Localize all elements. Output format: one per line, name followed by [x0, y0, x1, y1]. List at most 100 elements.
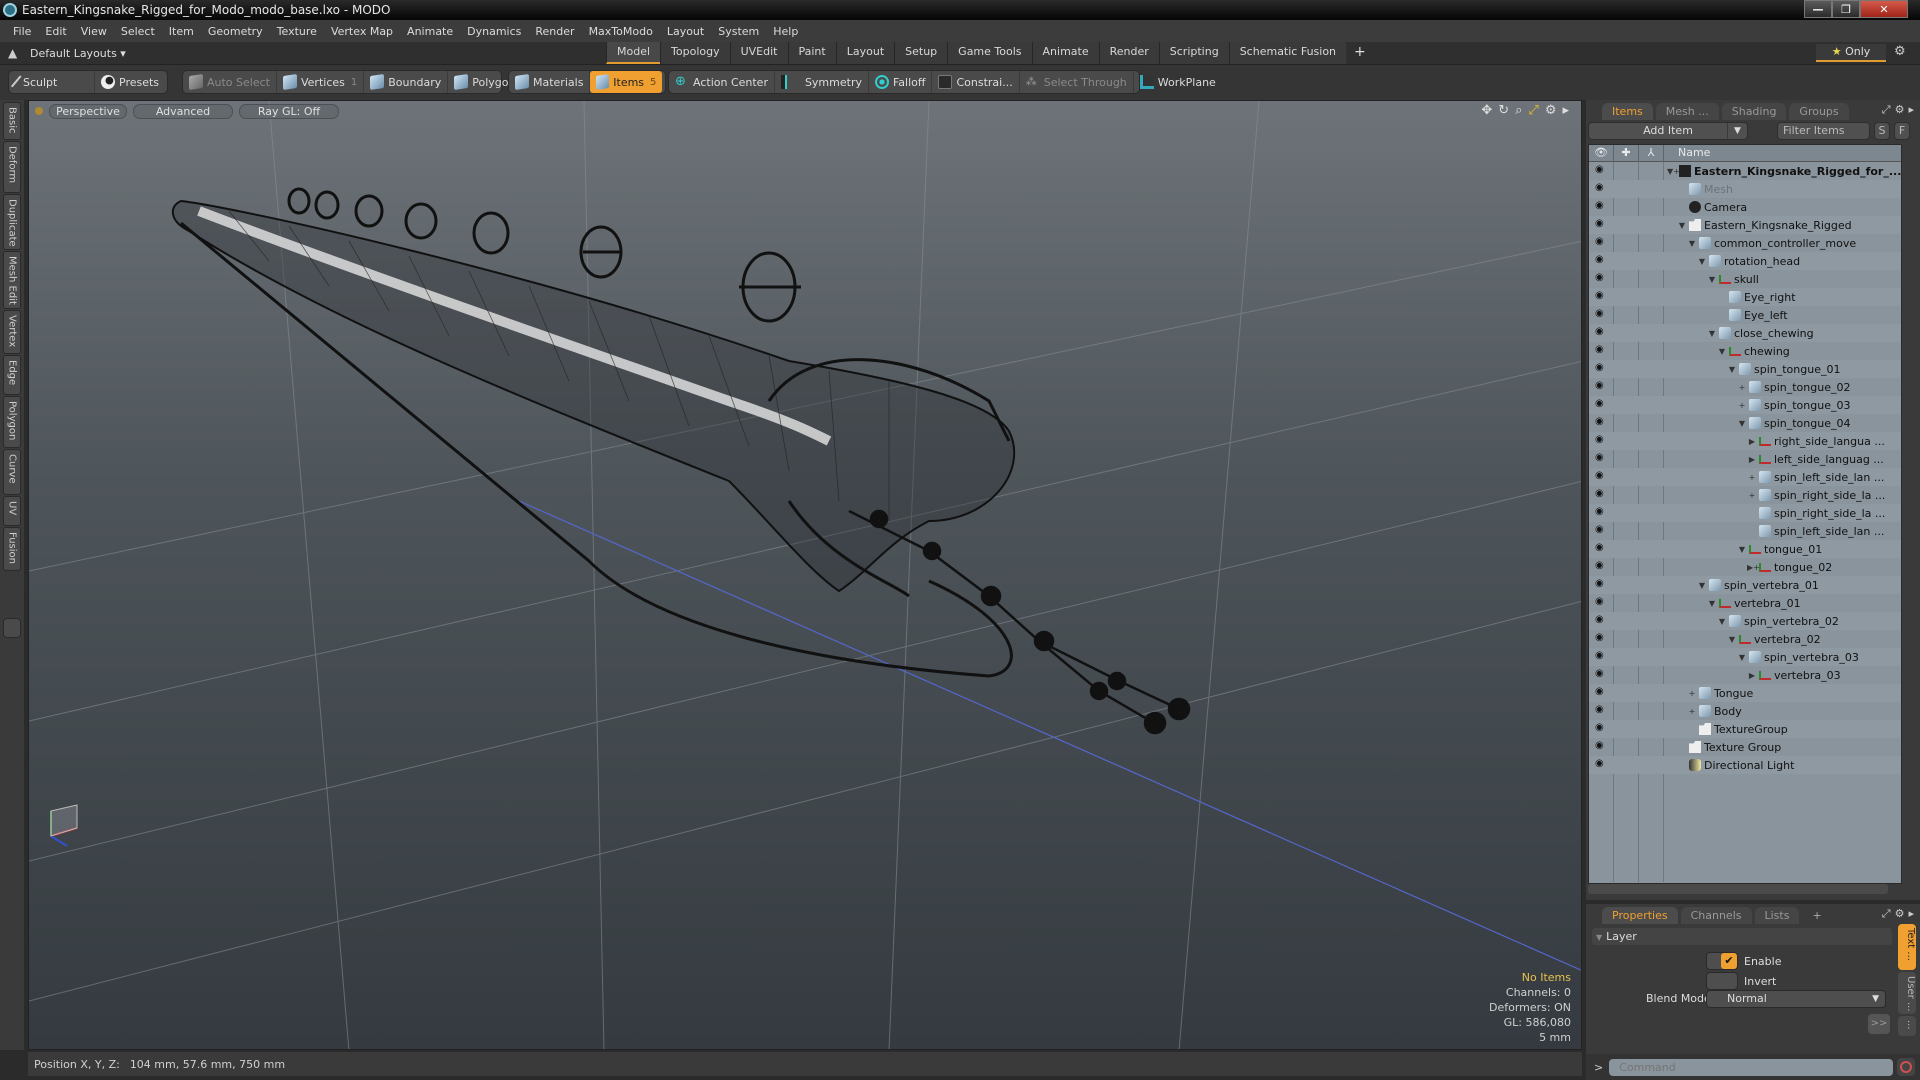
side-tab-uv[interactable]: UV	[3, 496, 21, 526]
visibility-eye-icon[interactable]: ◉	[1595, 165, 1608, 175]
visibility-eye-icon[interactable]: ◉	[1595, 507, 1608, 517]
tree-item[interactable]: ◉ ▼ spin_vertebra_03	[1589, 648, 1901, 666]
panel-arrow-icon[interactable]: ▸	[1908, 103, 1914, 117]
tree-item[interactable]: ◉ ▼ vertebra_01	[1589, 594, 1901, 612]
expand-icon[interactable]: ⤢	[1882, 103, 1891, 117]
menu-layout[interactable]: Layout	[660, 25, 711, 38]
visibility-eye-icon[interactable]: ◉	[1595, 417, 1608, 427]
visibility-eye-icon[interactable]: ◉	[1595, 651, 1608, 661]
menu-select[interactable]: Select	[114, 25, 162, 38]
visibility-eye-icon[interactable]: ◉	[1595, 327, 1608, 337]
visibility-eye-icon[interactable]: ◉	[1595, 363, 1608, 373]
expand-toggle-icon[interactable]: ▼	[1727, 365, 1737, 374]
record-button[interactable]	[1897, 1058, 1916, 1076]
command-input[interactable]	[1609, 1058, 1894, 1076]
mode-tab-animate[interactable]: Animate	[1031, 42, 1099, 64]
menu-geometry[interactable]: Geometry	[201, 25, 270, 38]
tree-item[interactable]: ◉ ▼ spin_vertebra_01	[1589, 576, 1901, 594]
visibility-eye-icon[interactable]: ◉	[1595, 345, 1608, 355]
expand-toggle-icon[interactable]: +	[1737, 401, 1747, 410]
tree-item[interactable]: ◉ Eye_right	[1589, 288, 1901, 306]
layout-up-icon[interactable]: ▲	[8, 46, 22, 60]
default-layouts-dropdown[interactable]: Default Layouts ▾	[30, 47, 126, 60]
enable-checkbox[interactable]: ✔	[1706, 952, 1738, 970]
panel-gear-icon[interactable]: ⚙	[1895, 103, 1905, 117]
expand-toggle-icon[interactable]: +	[1687, 707, 1697, 716]
tree-item[interactable]: ◉ ▼ close_chewing	[1589, 324, 1901, 342]
visibility-eye-icon[interactable]: ◉	[1595, 687, 1608, 697]
presets-button[interactable]: Presets	[95, 71, 165, 93]
select-through-button[interactable]: ⁂ Select Through	[1020, 71, 1134, 93]
visibility-eye-icon[interactable]: ◉	[1595, 471, 1608, 481]
add-tab-button[interactable]: +	[1346, 42, 1374, 64]
tree-item[interactable]: ◉ ▼ tongue_01	[1589, 540, 1901, 558]
prop-expand-icon[interactable]: ⤢	[1882, 907, 1891, 921]
tree-item[interactable]: ◉ ▼ common_controller_move	[1589, 234, 1901, 252]
side-tab-vertex[interactable]: Vertex	[3, 310, 21, 354]
menu-vertex-map[interactable]: Vertex Map	[324, 25, 400, 38]
view-mode-button[interactable]: Perspective	[49, 103, 127, 119]
items-tab-groups[interactable]: Groups	[1789, 103, 1849, 120]
action-center-button[interactable]: ⊕ Action Center	[669, 71, 775, 93]
mode-tab-uvedit[interactable]: UVEdit	[729, 42, 788, 64]
layer-section-header[interactable]: ▼ Layer	[1592, 928, 1892, 945]
sculpt-button[interactable]: Sculpt	[9, 71, 95, 93]
visibility-eye-icon[interactable]: ◉	[1595, 219, 1608, 229]
expand-toggle-icon[interactable]: ▼	[1707, 329, 1717, 338]
tree-item[interactable]: ◉ Directional Light	[1589, 756, 1901, 774]
3d-viewport[interactable]: Perspective Advanced Ray GL: Off ✥ ↻ ⌕ ⤢…	[28, 100, 1582, 1050]
visibility-column-icon[interactable]: 👁	[1589, 145, 1614, 162]
gear-icon[interactable]: ⚙	[1894, 44, 1906, 59]
items-tab-mesh[interactable]: Mesh ...	[1655, 103, 1719, 120]
tree-item[interactable]: ◉ ▼+ Eastern_Kingsnake_Rigged_for_...	[1589, 162, 1901, 180]
expand-toggle-icon[interactable]: ▶	[1747, 437, 1757, 446]
items-tab-shading[interactable]: Shading	[1721, 103, 1787, 120]
tree-item[interactable]: ◉ ▼ spin_vertebra_02	[1589, 612, 1901, 630]
type-column-icon[interactable]: ⅄	[1639, 145, 1664, 162]
menu-edit[interactable]: Edit	[38, 25, 73, 38]
expand-toggle-icon[interactable]: +	[1737, 383, 1747, 392]
visibility-eye-icon[interactable]: ◉	[1595, 525, 1608, 535]
name-column-header[interactable]: Name	[1664, 145, 1901, 162]
tree-item[interactable]: ◉ Mesh	[1589, 180, 1901, 198]
visibility-eye-icon[interactable]: ◉	[1595, 705, 1608, 715]
filter-items-input[interactable]: Filter Items	[1777, 122, 1870, 140]
tree-item[interactable]: ◉ ▶ vertebra_03	[1589, 666, 1901, 684]
visibility-eye-icon[interactable]: ◉	[1595, 633, 1608, 643]
visibility-eye-icon[interactable]: ◉	[1595, 669, 1608, 679]
visibility-eye-icon[interactable]: ◉	[1595, 255, 1608, 265]
text-side-tab[interactable]: Text ...	[1898, 924, 1916, 970]
expand-toggle-icon[interactable]: ▼	[1697, 581, 1707, 590]
visibility-eye-icon[interactable]: ◉	[1595, 597, 1608, 607]
expand-toggle-icon[interactable]: ▼+	[1667, 167, 1680, 176]
blend-mode-select[interactable]: Normal ▼	[1706, 990, 1886, 1008]
add-item-dropdown-icon[interactable]: ▼	[1727, 123, 1747, 139]
prop-arrow-icon[interactable]: ▸	[1908, 907, 1914, 921]
more-button[interactable]: >>	[1868, 1014, 1890, 1034]
expand-toggle-icon[interactable]: ▼	[1687, 239, 1697, 248]
visibility-eye-icon[interactable]: ◉	[1595, 201, 1608, 211]
side-tab-fusion[interactable]: Fusion	[3, 527, 21, 571]
tree-item[interactable]: ◉ ▶ right_side_langua ...	[1589, 432, 1901, 450]
tree-item[interactable]: ◉ + spin_right_side_la ...	[1589, 486, 1901, 504]
menu-dynamics[interactable]: Dynamics	[460, 25, 528, 38]
raygl-button[interactable]: Ray GL: Off	[239, 103, 339, 119]
visibility-eye-icon[interactable]: ◉	[1595, 309, 1608, 319]
menu-render[interactable]: Render	[528, 25, 581, 38]
mode-tab-paint[interactable]: Paint	[787, 42, 836, 64]
tree-item[interactable]: ◉ spin_left_side_lan ...	[1589, 522, 1901, 540]
items-tab-items[interactable]: Items	[1602, 103, 1653, 120]
expand-toggle-icon[interactable]: ▼	[1737, 545, 1747, 554]
expand-toggle-icon[interactable]: ▶	[1747, 671, 1757, 680]
expand-toggle-icon[interactable]: ▼	[1717, 347, 1727, 356]
add-panel-tab-button[interactable]: +	[1802, 907, 1831, 924]
expand-toggle-icon[interactable]: ▼	[1727, 635, 1737, 644]
falloff-button[interactable]: Falloff	[869, 71, 933, 93]
tree-item[interactable]: ◉ ▼ spin_tongue_04	[1589, 414, 1901, 432]
user-side-tab[interactable]: User ...	[1898, 972, 1916, 1014]
tree-item[interactable]: ◉ + Tongue	[1589, 684, 1901, 702]
tree-item[interactable]: ◉ Camera	[1589, 198, 1901, 216]
tree-item[interactable]: ◉ ▼ spin_tongue_01	[1589, 360, 1901, 378]
expand-toggle-icon[interactable]: +	[1747, 473, 1757, 482]
visibility-eye-icon[interactable]: ◉	[1595, 435, 1608, 445]
